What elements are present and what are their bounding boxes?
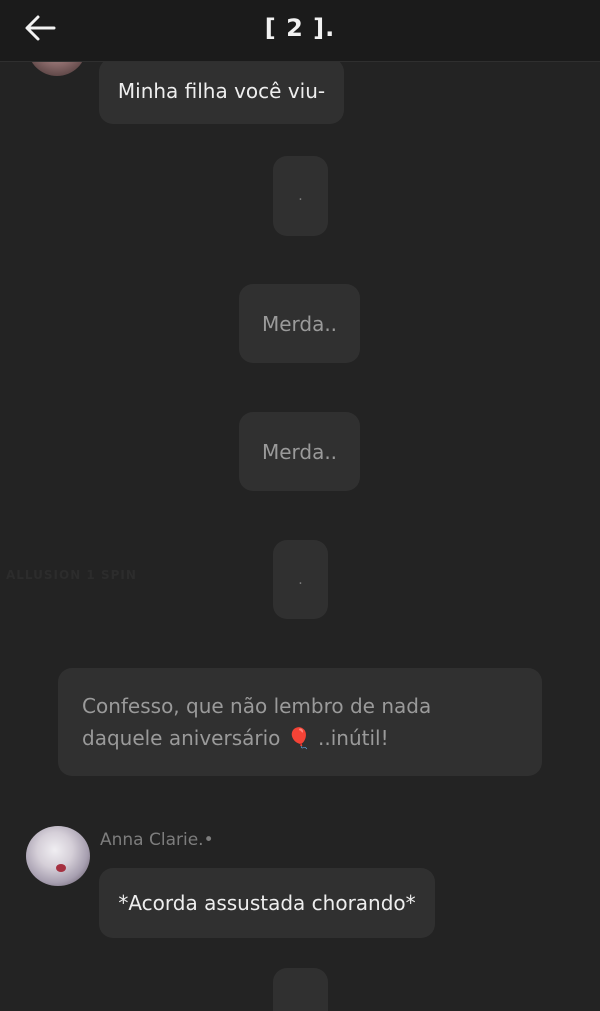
faint-label: ALLUSION 1 SPIN xyxy=(6,568,137,582)
message-bubble[interactable]: Confesso, que não lembro de nada daquele… xyxy=(58,668,542,776)
message-text: Minha filha você viu- xyxy=(117,79,326,103)
avatar[interactable] xyxy=(26,826,90,886)
message-bubble[interactable]: Merda.. xyxy=(239,284,360,363)
message-text: Merda.. xyxy=(261,311,338,336)
message-text: Merda.. xyxy=(261,439,338,464)
message-bubble[interactable] xyxy=(273,968,328,1011)
message-text: . xyxy=(298,571,303,588)
message-bubble[interactable]: . xyxy=(273,156,328,236)
avatar-accent xyxy=(56,864,66,872)
message-bubble[interactable]: . xyxy=(273,540,328,619)
message-text: *Acorda assustada chorando* xyxy=(118,891,416,915)
chat-title: [ 2 ]. xyxy=(264,14,336,42)
message-text: Confesso, que não lembro de nada daquele… xyxy=(82,694,432,750)
message-bubble[interactable]: *Acorda assustada chorando* xyxy=(99,868,435,938)
message-bubble[interactable]: Merda.. xyxy=(239,412,360,491)
message-text: . xyxy=(298,188,303,204)
message-bubble[interactable]: Minha filha você viu- xyxy=(99,58,344,124)
sender-name[interactable]: Anna Clarie.• xyxy=(100,830,214,850)
chat-header: [ 2 ]. xyxy=(0,0,600,62)
